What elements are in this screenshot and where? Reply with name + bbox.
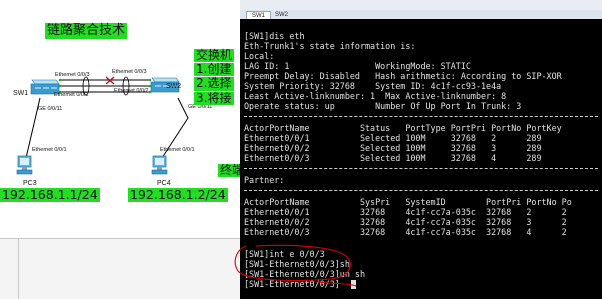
terminal-tabbar: SW1 SW2 [240,10,602,20]
pane-divider [18,239,19,299]
port-label-sw2-e2: Ethernet 0/0/2 [114,88,149,94]
terminal-line: LAG ID: 1 WorkingMode: STATIC [244,61,471,71]
pc3-icon[interactable] [15,155,35,177]
terminal-line: [SW1]dis eth [244,31,305,41]
pc3-label: PC3 [23,180,37,187]
partner-table-row: Ethernet0/0/1 32768 4c1f-cc7a-035c 32768… [244,207,567,217]
port-label-sw2-e3: Ethernet 0/0/3 [112,69,147,75]
steps-note-line: 1.创建 [194,62,235,77]
partner-table-row: Ethernet0/0/2 32768 4c1f-cc7a-035c 32768… [244,217,567,227]
terminal-line: System Priority: 32768 System ID: 4c1f-c… [244,81,502,91]
terminal-line: Local: [244,51,275,61]
local-table-row: Ethernet0/0/1 Selected 100M 32768 2 289 [244,133,542,143]
terminal-screen[interactable]: [SW1]dis eth Eth-Trunk1's state informat… [240,19,602,299]
port-label-sw1-e3: Ethernet 0/0/3 [55,72,90,78]
pc4-label: PC4 [157,180,171,187]
topology-canvas[interactable]: SW1 SW2 Ethernet 0/0/3 Ethernet 0/0/2 GE… [0,0,240,299]
port-label-pc3: Ethernet 0/0/1 [32,147,67,153]
terminal-line: Operate status: up Number Of Up Port In … [244,101,522,111]
separator-line [244,190,598,191]
bottom-pane [0,238,240,299]
topology-title: 链路聚合技术 [45,23,128,40]
command-line: [SW1-Ethernet0/0/3]sh [244,259,350,269]
command-line: [SW1-Ethernet0/0/3]un sh [244,269,366,279]
port-label-pc4: Ethernet 0/0/1 [160,147,195,153]
pc4-ip-label: 192.168.1.2/24 [128,187,228,202]
terminal-line: Preempt Delay: Disabled Hash arithmetic:… [244,71,562,81]
switch-sw1-label: SW1 [13,90,29,97]
switch-sw2-label: SW2 [166,83,182,90]
local-table-row: Ethernet0/0/3 Selected 100M 32768 4 289 [244,153,542,163]
steps-note-line: 交换机 [194,48,235,63]
local-table-row: Ethernet0/0/2 Selected 100M 32768 3 289 [244,143,542,153]
terminal-cursor [351,280,356,289]
command-line: [SW1-Ethernet0/0/3] [244,279,340,289]
tab-sw2[interactable]: SW2 [270,11,293,19]
side-note: 终端 [218,163,240,178]
pc3-ip-label: 192.168.1.1/24 [0,187,100,202]
terminal-line: Least Active-linknumber: 1 Max Active-li… [244,91,507,101]
steps-note: 交换机 1.创建 2.选择 3.将接 [194,48,235,105]
port-label-sw1-e2: Ethernet 0/0/2 [54,92,89,98]
partner-table-row: Ethernet0/0/3 32768 4c1f-cc7a-035c 32768… [244,227,567,237]
separator-line [244,116,598,117]
steps-note-line: 3.将接 [194,91,235,105]
separator-line [244,168,598,169]
terminal-window[interactable]: SW1 SW2 [SW1]dis eth Eth-Trunk1's state … [240,0,602,299]
port-label-sw2-e11: GE 0/0/11 [188,104,213,110]
local-table-header: ActorPortName Status PortType PortPri Po… [244,123,562,133]
pc4-icon[interactable] [150,155,170,177]
port-label-sw1-e11: GE 0/0/11 [38,106,63,112]
partner-table-header: ActorPortName SysPri SystemID PortPri Po… [244,197,572,207]
command-line: [SW1]int e 0/0/3 [244,249,325,259]
terminal-line: Eth-Trunk1's state information is: [244,41,416,51]
steps-note-line: 2.选择 [194,77,235,91]
partner-label: Partner: [244,175,285,185]
